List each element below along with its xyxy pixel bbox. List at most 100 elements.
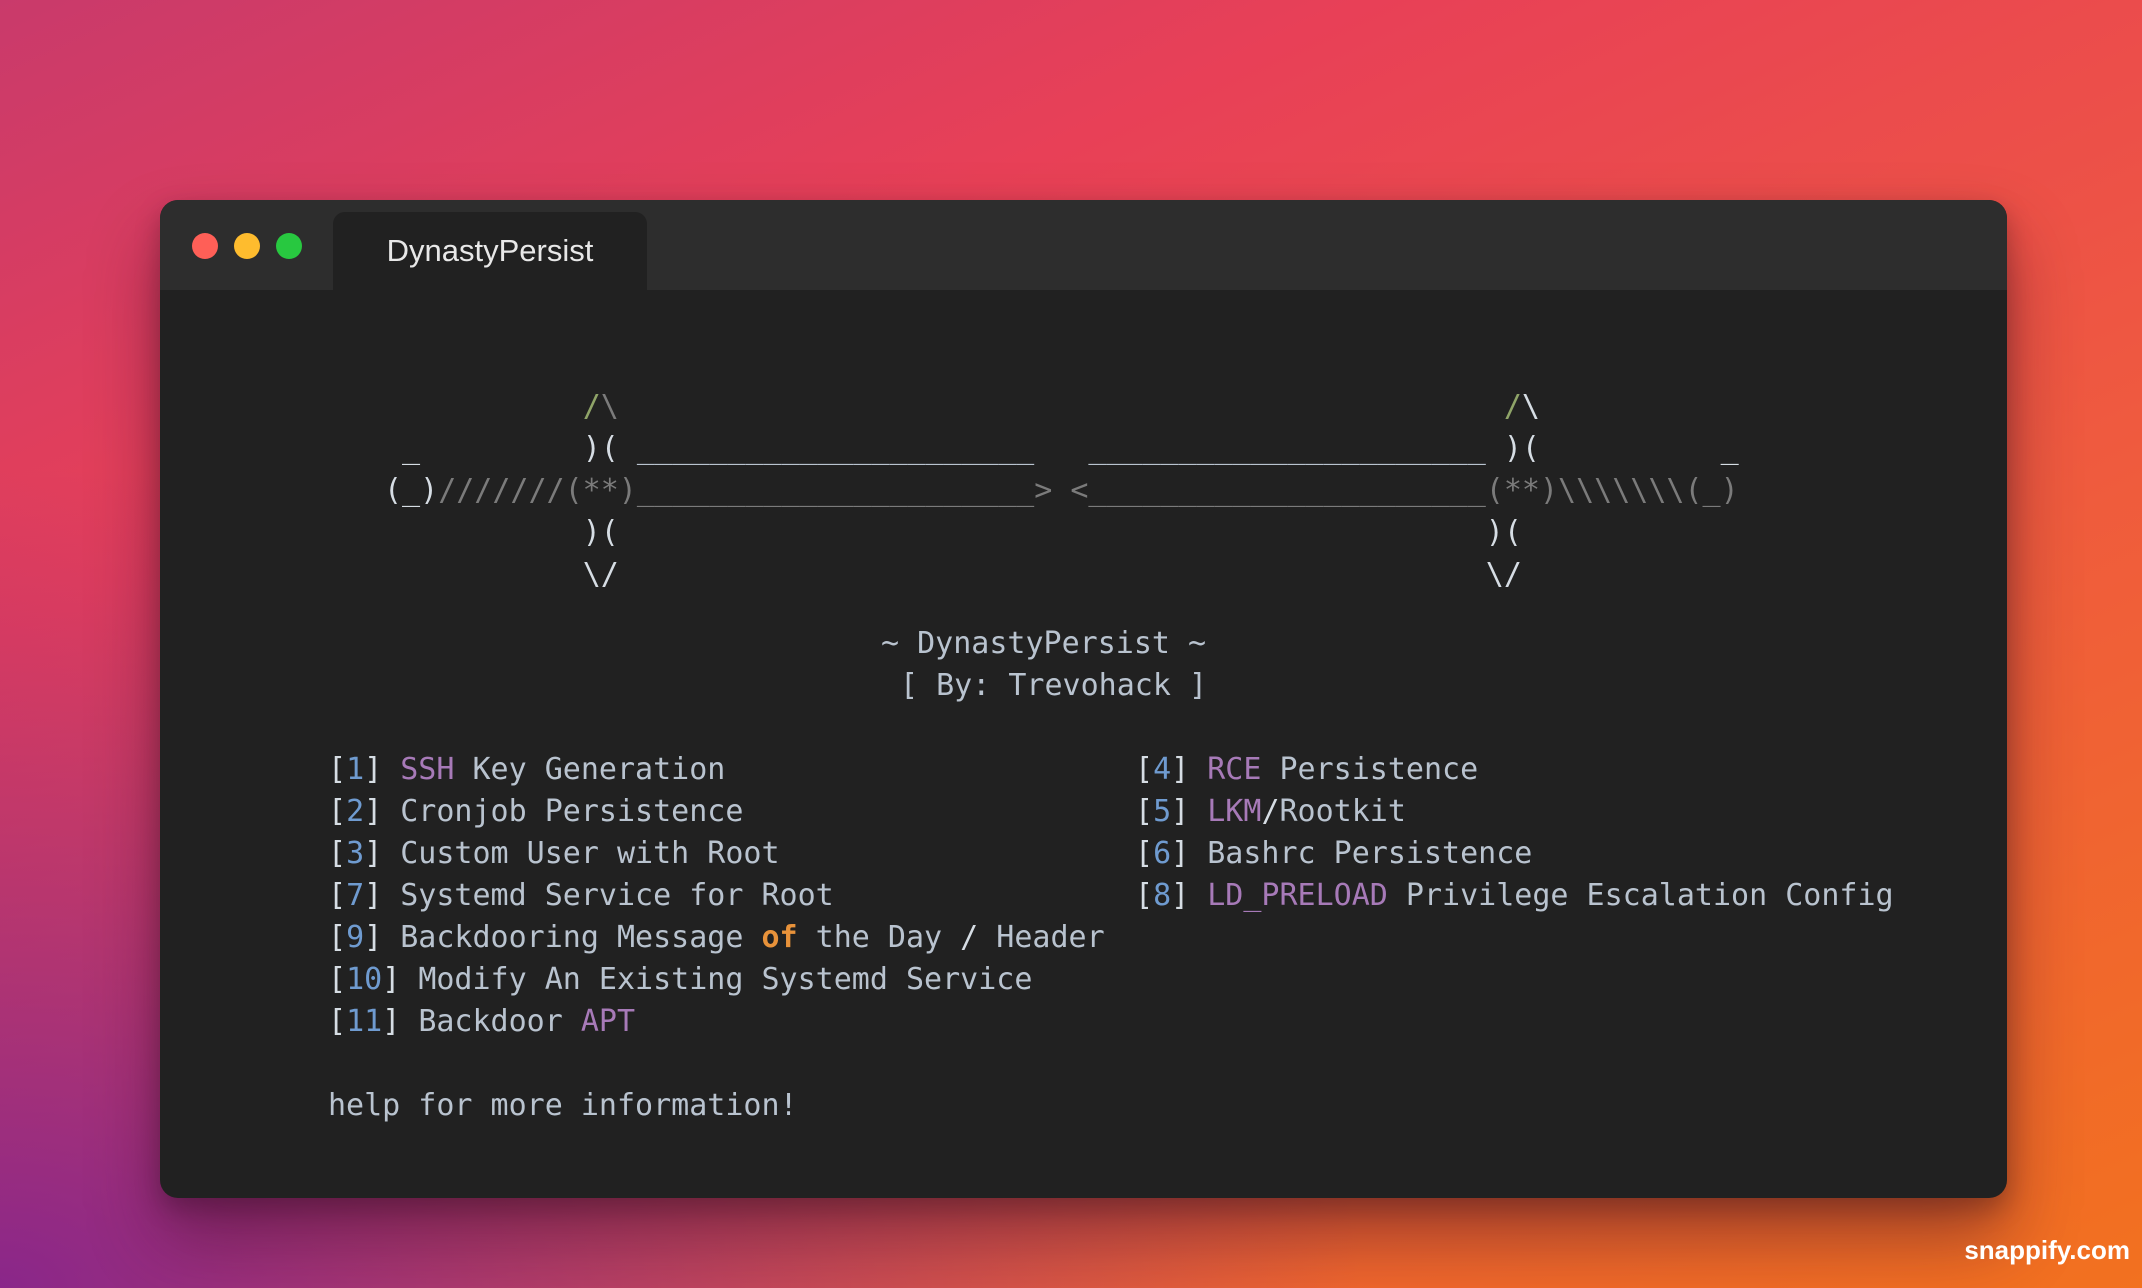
maximize-window-button[interactable] <box>276 233 302 259</box>
menu-option-4: [4] RCE Persistence <box>1135 749 1478 791</box>
ascii-segment: (**) <box>1485 473 1559 508</box>
bracket: [ <box>328 794 347 829</box>
bracket: [ <box>328 920 347 955</box>
bracket: ] <box>1171 794 1208 829</box>
ascii-segment <box>384 389 583 424</box>
snappify-watermark: snappify.com <box>1964 1235 2130 1265</box>
option-label-segment: Key Generation <box>454 752 726 787</box>
help-text: help for more information! <box>328 1088 798 1123</box>
ascii-segment: (_) <box>1684 473 1739 508</box>
option-label-segment: Header <box>978 920 1105 955</box>
close-window-button[interactable] <box>192 233 218 259</box>
ascii-segment: )( <box>1485 515 1522 550</box>
option-label-segment: LD_PRELOAD <box>1207 878 1388 913</box>
ascii-segment: \ <box>600 389 619 424</box>
ascii-segment <box>619 515 1486 550</box>
bracket: ] <box>364 794 401 829</box>
bracket: [ <box>328 752 347 787</box>
ascii-segment: \ <box>1521 389 1540 424</box>
bracket: ] <box>1171 878 1208 913</box>
option-number: 1 <box>346 752 365 787</box>
bracket: ] <box>364 752 401 787</box>
option-number: 5 <box>1153 794 1172 829</box>
option-label-segment: Persistence <box>1261 752 1479 787</box>
ascii-segment: / <box>1503 389 1522 424</box>
bracket: [ <box>328 836 347 871</box>
option-label-segment: Systemd Service for Root <box>400 878 834 913</box>
menu-option-10: [10] Modify An Existing Systemd Service <box>328 959 1032 1001</box>
menu-option-5: [5] LKM/Rootkit <box>1135 791 1406 833</box>
bracket: [ <box>1135 794 1154 829</box>
ascii-segment: / <box>582 389 601 424</box>
ascii-segment: ______________________ <box>636 431 1035 466</box>
ascii-banner-line: )( )( <box>384 512 1522 554</box>
menu-option-6: [6] Bashrc Persistence <box>1135 833 1532 875</box>
option-label-segment: Modify An Existing Systemd Service <box>418 962 1033 997</box>
option-label-segment: / <box>960 920 979 955</box>
bracket: [ <box>328 962 347 997</box>
title-bar: DynastyPersist <box>160 200 2007 290</box>
option-label-segment: Backdoor <box>418 1004 581 1039</box>
ascii-banner-line: /\ /\ <box>384 386 1540 428</box>
option-label-segment: Bashrc Persistence <box>1207 836 1533 871</box>
banner-title: ~ DynastyPersist ~ <box>881 626 1207 661</box>
option-number: 10 <box>346 962 383 997</box>
ascii-segment: )( _ <box>1485 431 1739 466</box>
ascii-segment: ______________________> <_______________… <box>636 473 1486 508</box>
option-number: 6 <box>1153 836 1172 871</box>
option-number: 4 <box>1153 752 1172 787</box>
option-label-segment: RCE <box>1207 752 1262 787</box>
menu-option-9: [9] Backdooring Message of the Day / Hea… <box>328 917 1105 959</box>
terminal-window: DynastyPersist /\ /\ _ )( ______________… <box>160 200 2007 1198</box>
ascii-segment: \\\\\\\ <box>1558 473 1685 508</box>
ascii-segment: )( <box>582 431 637 466</box>
ascii-segment: \/ <box>1485 557 1522 592</box>
bracket: ] <box>1171 836 1208 871</box>
bracket: [ <box>328 1004 347 1039</box>
option-label-segment: / <box>1261 794 1280 829</box>
menu-option-3: [3] Custom User with Root <box>328 833 780 875</box>
option-number: 3 <box>346 836 365 871</box>
option-label-segment: of <box>761 920 798 955</box>
bracket: ] <box>364 836 401 871</box>
option-label-segment: Backdooring Message <box>400 920 762 955</box>
ascii-segment: (**) <box>564 473 637 508</box>
ascii-segment <box>619 557 1486 592</box>
option-number: 8 <box>1153 878 1172 913</box>
ascii-segment <box>1034 431 1088 466</box>
ascii-segment: \/ <box>582 557 619 592</box>
ascii-banner-line: \/ \/ <box>384 554 1522 596</box>
option-number: 11 <box>346 1004 383 1039</box>
bracket: ] <box>382 962 419 997</box>
option-label-segment: LKM <box>1207 794 1262 829</box>
banner-author: [ By: Trevohack ] <box>900 668 1208 703</box>
ascii-banner-line: _ )( ______________________ ____________… <box>384 428 1739 470</box>
ascii-segment <box>619 389 1504 424</box>
option-number: 2 <box>346 794 365 829</box>
ascii-segment <box>384 557 583 592</box>
bracket: [ <box>1135 752 1154 787</box>
menu-option-7: [7] Systemd Service for Root <box>328 875 834 917</box>
option-label-segment: SSH <box>400 752 455 787</box>
ascii-segment: ______________________ <box>1088 431 1486 466</box>
bracket: ] <box>364 878 401 913</box>
minimize-window-button[interactable] <box>234 233 260 259</box>
ascii-segment: /////// <box>438 473 565 508</box>
bracket: [ <box>1135 878 1154 913</box>
option-number: 9 <box>346 920 365 955</box>
bracket: ] <box>364 920 401 955</box>
option-label-segment: the Day <box>797 920 961 955</box>
ascii-segment <box>384 515 583 550</box>
ascii-segment: _ <box>384 431 583 466</box>
option-number: 7 <box>346 878 365 913</box>
tab-dynastypersist[interactable]: DynastyPersist <box>333 212 647 290</box>
ascii-banner-line: (_)///////(**)______________________> <_… <box>384 470 1739 512</box>
ascii-segment: (_) <box>384 473 439 508</box>
menu-option-1: [1] SSH Key Generation <box>328 749 725 791</box>
menu-option-2: [2] Cronjob Persistence <box>328 791 743 833</box>
menu-option-8: [8] LD_PRELOAD Privilege Escalation Conf… <box>1135 875 1894 917</box>
bracket: ] <box>382 1004 419 1039</box>
option-label-segment: Privilege Escalation Config <box>1387 878 1894 913</box>
menu-option-11: [11] Backdoor APT <box>328 1001 635 1043</box>
bracket: [ <box>1135 836 1154 871</box>
